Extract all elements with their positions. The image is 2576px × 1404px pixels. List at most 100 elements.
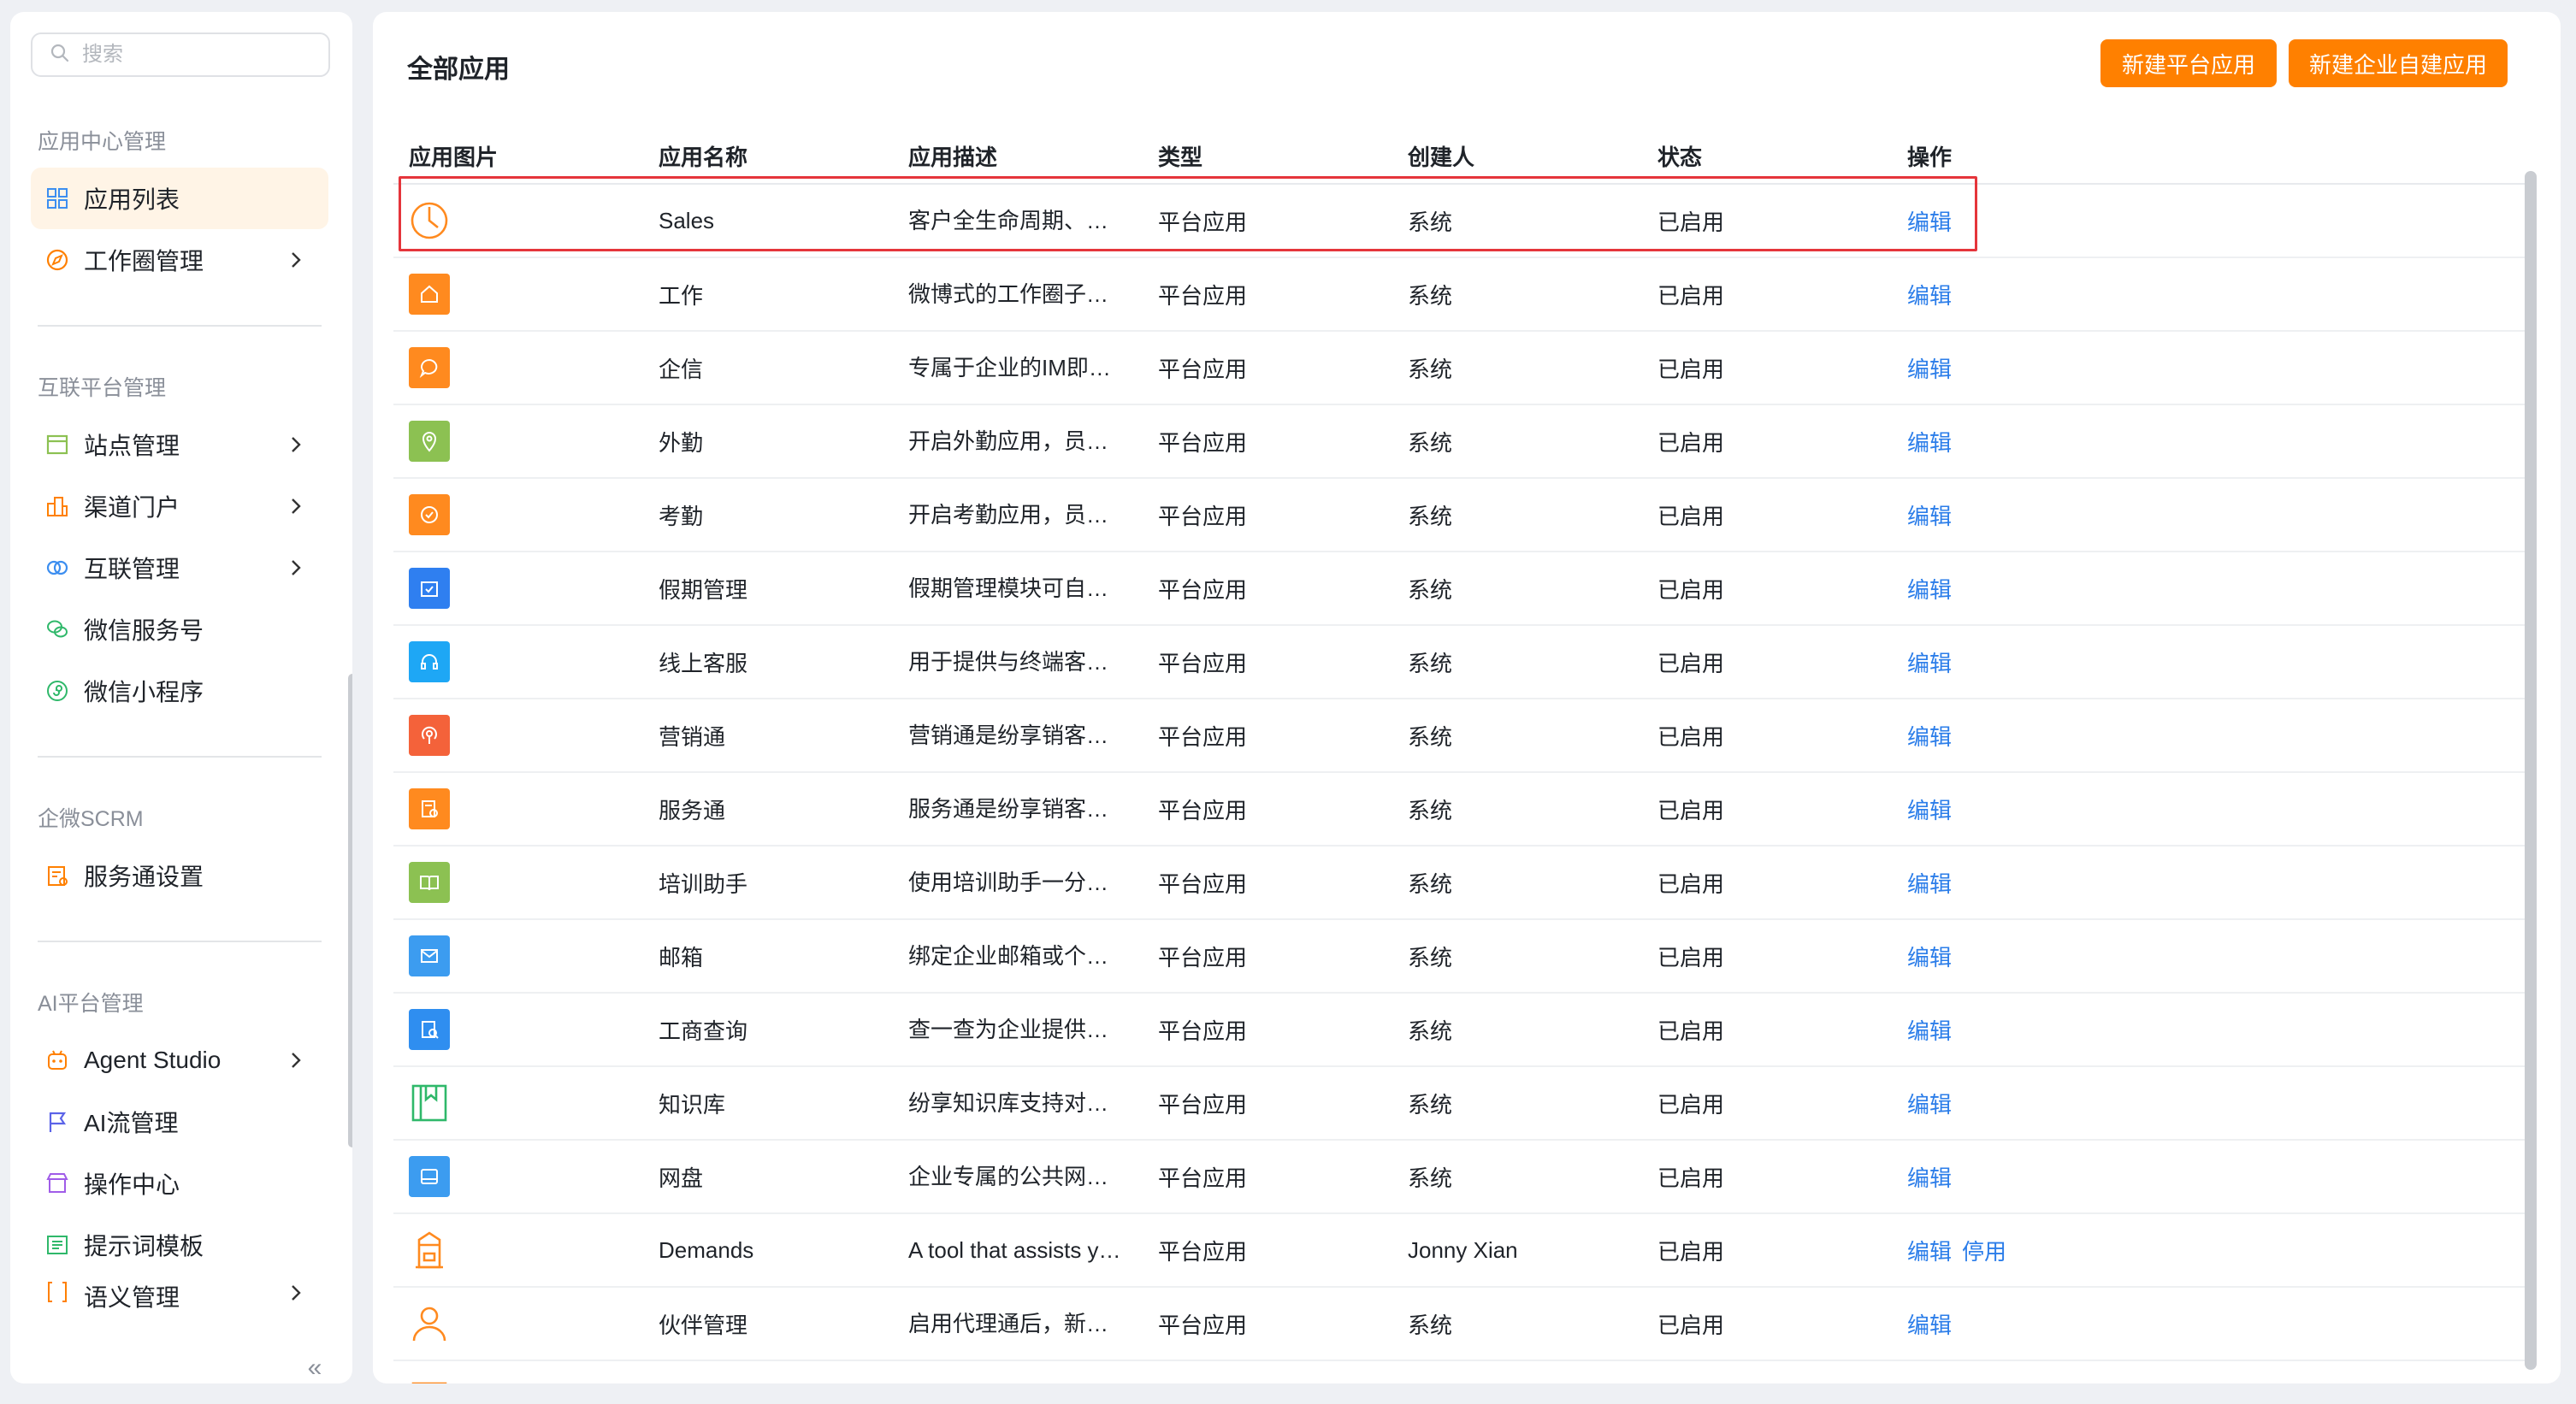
collapse-sidebar-icon[interactable]: « xyxy=(298,1351,332,1383)
edit-link[interactable]: 编辑 xyxy=(1907,573,1952,605)
sidebar-item-wechat-miniprogram[interactable]: 微信小程序 xyxy=(31,660,328,722)
sidebar-item-wechat-service[interactable]: 微信服务号 xyxy=(31,599,328,660)
divider xyxy=(38,941,322,942)
cell-app-name: 考勤 xyxy=(659,503,704,529)
cell-status: 已启用 xyxy=(1657,723,1725,750)
sidebar-item-semantic[interactable]: 语义管理 xyxy=(31,1276,328,1311)
cell-actions: 编辑 xyxy=(1907,258,1962,330)
cell-status: 已启用 xyxy=(1657,503,1725,529)
column-header-image: 应用图片 xyxy=(409,145,499,170)
chevron-right-icon xyxy=(292,498,301,514)
cell-type: 平台应用 xyxy=(1158,1165,1248,1191)
cell-creator: 系统 xyxy=(1408,650,1453,676)
table-scrollbar[interactable] xyxy=(2525,171,2537,1370)
edit-link[interactable]: 编辑 xyxy=(1907,646,1952,678)
cell-actions: 编辑 xyxy=(1907,1361,1962,1383)
booth-icon xyxy=(409,1230,450,1271)
edit-link[interactable]: 编辑 xyxy=(1907,205,1952,237)
edit-link[interactable]: 编辑 xyxy=(1907,1014,1952,1046)
clipboard-icon xyxy=(44,863,70,888)
table-row: 企信 专属于企业的IM即… 平台应用 系统 已启用 编辑 xyxy=(393,332,2528,405)
table-row: 知识库 纷享知识库支持对… 平台应用 系统 已启用 编辑 xyxy=(393,1067,2528,1141)
bracket-icon xyxy=(44,1279,70,1305)
cell-type: 平台应用 xyxy=(1158,870,1248,897)
sidebar-item-label: Agent Studio xyxy=(84,1047,222,1073)
edit-link[interactable]: 编辑 xyxy=(1907,1382,1952,1384)
edit-link[interactable]: 编辑 xyxy=(1907,1308,1952,1340)
edit-link[interactable]: 编辑 xyxy=(1907,941,1952,972)
cell-app-name: Demands xyxy=(659,1236,754,1263)
broadcast-icon xyxy=(409,715,450,756)
sidebar-item-prompt-template[interactable]: 提示词模板 xyxy=(31,1214,328,1276)
sidebar-item-workcircle[interactable]: 工作圈管理 xyxy=(31,229,328,291)
main-panel: 全部应用 新建平台应用 新建企业自建应用 应用图片 应用名称 应用描述 类型 创… xyxy=(373,12,2561,1383)
sidebar-item-channel-portal[interactable]: 渠道门户 xyxy=(31,475,328,537)
cell-app-description: 使用培训助手一分… xyxy=(908,870,1109,895)
cell-type: 平台应用 xyxy=(1158,1361,1247,1383)
cell-actions: 编辑 xyxy=(1907,552,1962,624)
edit-link[interactable]: 编辑 xyxy=(1907,793,1952,825)
table-row: 邮箱 绑定企业邮箱或个… 平台应用 系统 已启用 编辑 xyxy=(393,920,2528,994)
search-input[interactable] xyxy=(80,42,323,68)
sidebar-item-service-settings[interactable]: 服务通设置 xyxy=(31,845,328,906)
edit-link[interactable]: 编辑 xyxy=(1907,279,1952,310)
cell-app-name: 网盘 xyxy=(659,1165,704,1191)
cell-type: 平台应用 xyxy=(1158,356,1248,382)
cell-type: 平台应用 xyxy=(1158,1018,1248,1044)
headset-icon xyxy=(409,641,450,682)
column-header-type: 类型 xyxy=(1158,145,1203,170)
cell-app-image xyxy=(409,479,450,551)
cell-status: 已启用 xyxy=(1657,944,1725,970)
cell-status: 已启用 xyxy=(1657,209,1725,235)
cell-type: 平台应用 xyxy=(1158,503,1248,529)
cell-creator: 系统 xyxy=(1408,209,1453,235)
cell-app-name: 外勤 xyxy=(659,429,704,456)
sidebar-item-label: 操作中心 xyxy=(84,1171,180,1198)
cell-app-description: 用于提供与终端客… xyxy=(908,649,1109,675)
table-row: 工商查询 查一查为企业提供… 平台应用 系统 已启用 编辑 xyxy=(393,994,2528,1067)
disable-link[interactable]: 停用 xyxy=(1962,1235,2006,1266)
edit-link[interactable]: 编辑 xyxy=(1907,426,1952,457)
cell-status: 已启用 xyxy=(1657,1361,1724,1383)
cell-type: 平台应用 xyxy=(1158,429,1248,456)
wechat-icon xyxy=(44,616,70,642)
edit-link[interactable]: 编辑 xyxy=(1907,1088,1952,1119)
edit-link[interactable]: 编辑 xyxy=(1907,1235,1952,1266)
sidebar-item-sites[interactable]: 站点管理 xyxy=(31,414,328,475)
table-row: Demands A tool that assists y… 平台应用 Jonny X… xyxy=(393,1214,2528,1288)
search-box[interactable] xyxy=(31,32,330,77)
sidebar-item-app-list[interactable]: 应用列表 xyxy=(31,168,328,229)
sidebar-item-operation-center[interactable]: 操作中心 xyxy=(31,1153,328,1214)
search-doc-icon xyxy=(409,1009,450,1050)
sidebar-item-ai-flow[interactable]: AI流管理 xyxy=(31,1091,328,1153)
new-enterprise-app-button[interactable]: 新建企业自建应用 xyxy=(2289,39,2508,87)
cell-actions: 编辑 停用 xyxy=(1907,1214,2017,1286)
edit-link[interactable]: 编辑 xyxy=(1907,867,1952,899)
edit-link[interactable]: 编辑 xyxy=(1907,499,1952,531)
cell-creator: Jonny Xian xyxy=(1408,1236,1518,1263)
chevron-right-icon xyxy=(292,560,301,575)
edit-link[interactable]: 编辑 xyxy=(1907,720,1952,752)
cell-status: 已启用 xyxy=(1657,576,1725,603)
edit-link[interactable]: 编辑 xyxy=(1907,1161,1952,1193)
cell-app-name: 营销通 xyxy=(659,723,726,750)
list-icon xyxy=(44,1232,70,1258)
cell-actions: 编辑 xyxy=(1907,185,1962,257)
cell-app-image xyxy=(409,773,450,845)
cell-creator: 系统 xyxy=(1408,503,1453,529)
new-platform-app-button[interactable]: 新建平台应用 xyxy=(2100,39,2277,87)
edit-link[interactable]: 编辑 xyxy=(1907,352,1952,384)
cell-type: 平台应用 xyxy=(1158,797,1248,823)
window-icon xyxy=(44,432,70,457)
cell-app-name: Sales xyxy=(659,207,715,233)
chat-bubble-icon xyxy=(409,347,450,388)
sidebar-item-interconnect[interactable]: 互联管理 xyxy=(31,537,328,599)
sidebar-item-agent-studio[interactable]: Agent Studio xyxy=(31,1029,328,1091)
table-body: Sales 客户全生命周期、… 平台应用 系统 已启用 编辑 工作 微博式的工作圈子… 平台应用… xyxy=(393,185,2528,1383)
cell-app-name: 订货管理 xyxy=(659,1361,747,1383)
table-row: 伙伴管理 启用代理通后，新… 平台应用 系统 已启用 编辑 xyxy=(393,1288,2528,1361)
sidebar-scrollbar[interactable] xyxy=(348,674,352,1147)
cell-status: 已启用 xyxy=(1657,870,1725,897)
cell-app-name: 邮箱 xyxy=(659,944,704,970)
knowledge-book-icon xyxy=(409,1082,450,1124)
